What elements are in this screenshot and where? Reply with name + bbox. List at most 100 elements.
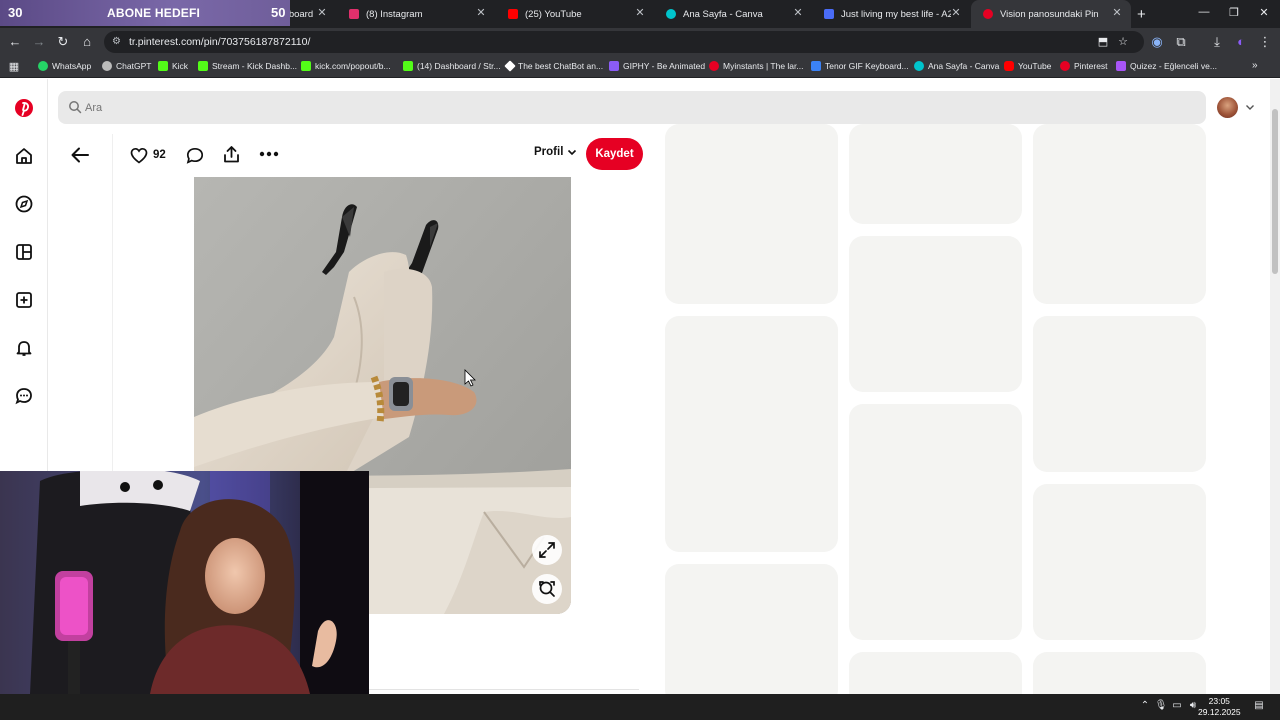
like-button[interactable]: 92 [130,145,166,165]
bookmark-whatsapp[interactable]: WhatsApp [38,61,91,71]
maximize-icon[interactable]: ❐ [1224,6,1244,22]
close-icon[interactable]: ✕ [316,7,328,19]
expand-button[interactable] [532,535,562,565]
close-icon[interactable]: ✕ [1111,7,1123,19]
bookmark-tenor[interactable]: Tenor GIF Keyboard... [811,61,909,71]
tab-best-life[interactable]: Just living my best life - A2 (Va ✕ [812,0,970,28]
reload-icon[interactable]: ↻ [54,33,72,51]
bookmark-giphy[interactable]: GIPHY - Be Animated [609,61,705,71]
create-plus-icon[interactable] [14,290,34,310]
menu-dots-icon[interactable]: ⋮ [1256,33,1274,51]
pinterest-logo-icon[interactable] [14,98,34,118]
board-profile-select[interactable]: Profil [534,146,578,158]
tab-canva[interactable]: Ana Sayfa - Canva ✕ [654,0,812,28]
system-clock[interactable]: 23:05 29.12.2025 [1198,696,1241,718]
pinterest-favicon-icon [983,9,993,19]
notifications-bell-icon[interactable] [14,338,34,358]
loading-pin-tile [665,564,838,694]
url-text[interactable]: tr.pinterest.com/pin/703756187872110/ [129,36,310,48]
bookmark-dashboard[interactable]: (14) Dashboard / Str... [403,61,501,71]
tab-pinterest-active[interactable]: Vision panosundaki Pin ✕ [971,0,1131,28]
profile-icon[interactable]: ◐ [1232,33,1250,51]
address-bar[interactable]: ⚙ tr.pinterest.com/pin/703756187872110/ … [104,31,1144,53]
home-icon[interactable] [14,146,34,166]
tab-label: Vision panosundaki Pin [1000,8,1099,20]
share-icon[interactable] [222,145,241,164]
more-options-icon[interactable] [259,151,279,157]
clock-time: 23:05 [1208,696,1230,706]
site-info-icon[interactable]: ⚙ [112,36,124,48]
loading-pin-tile [665,124,838,304]
page-favicon-icon [824,9,834,19]
scrollbar-thumb[interactable] [1272,109,1278,274]
goal-target: 50 [271,5,286,20]
kick-icon [198,61,208,71]
youtube-favicon-icon [508,9,518,19]
notifications-icon[interactable]: ▤ [1252,700,1266,714]
extensions-puzzle-icon[interactable]: ⧉ [1172,33,1190,51]
browser-tab-bar: Stream - Kick Dashboard ✕ (8) Instagram … [0,0,1280,28]
chevron-down-icon[interactable] [1244,101,1256,113]
bookmark-kick[interactable]: Kick [158,61,188,71]
giphy-icon [609,61,619,71]
close-icon[interactable]: ✕ [950,7,962,19]
bookmark-chatbot[interactable]: The best ChatBot an... [504,60,603,72]
download-icon[interactable]: ⤓ [1208,33,1226,51]
boards-icon[interactable] [14,242,34,262]
messages-icon[interactable] [14,386,34,406]
more-bookmarks-icon[interactable]: » [1252,60,1258,71]
pinterest-icon [1060,61,1070,71]
save-button[interactable]: Kaydet [586,138,643,170]
tab-label: (8) Instagram [366,8,423,20]
avatar[interactable] [1217,97,1238,118]
new-tab-button[interactable]: + [1132,0,1156,28]
tenor-icon [811,61,821,71]
minimize-icon[interactable]: — [1194,6,1214,22]
explore-compass-icon[interactable] [14,194,34,214]
window-close-icon[interactable]: ✕ [1254,6,1274,22]
tab-youtube[interactable]: (25) YouTube ✕ [496,0,654,28]
search-input[interactable] [85,99,485,116]
bookmark-kick-dashboard[interactable]: Stream - Kick Dashb... [198,61,297,71]
visual-search-button[interactable] [532,574,562,604]
close-icon[interactable]: ✕ [475,7,487,19]
heart-icon [130,147,148,164]
loading-pin-tile [665,316,838,552]
canva-icon [914,61,924,71]
bookmark-pinterest[interactable]: Pinterest [1060,61,1108,71]
bookmark-chatgpt[interactable]: ChatGPT [102,61,151,71]
clock-date: 29.12.2025 [1198,707,1241,717]
search-icon [69,101,82,114]
goal-current: 30 [8,5,23,20]
browser-toolbar: ← → ↻ ⌂ ⚙ tr.pinterest.com/pin/703756187… [0,28,1280,56]
goal-title: ABONE HEDEFI [107,6,201,20]
network-icon[interactable]: ▭ [1170,700,1184,714]
bookmark-quizez[interactable]: Quizez - Eğlenceli ve... [1116,61,1217,71]
canva-favicon-icon [666,9,676,19]
chevron-up-icon[interactable]: ⌃ [1138,700,1152,714]
bookmark-kick-popout[interactable]: kick.com/popout/b... [301,61,391,71]
install-app-icon[interactable]: ⬒ [1096,35,1110,49]
home-icon[interactable]: ⌂ [78,33,96,51]
back-arrow-icon[interactable] [70,146,90,164]
microphone-icon[interactable]: 🎙︎ [1154,700,1168,714]
bookmark-star-icon[interactable]: ☆ [1116,35,1130,49]
forward-icon[interactable]: → [30,33,48,51]
webcam-overlay [0,471,369,694]
page-scrollbar[interactable] [1270,79,1280,694]
extension-icon[interactable]: ◉ [1148,33,1166,51]
bookmark-myinstants[interactable]: Myinstants | The lar... [709,61,803,71]
close-icon[interactable]: ✕ [634,7,646,19]
apps-grid-icon[interactable]: ▦ [5,58,23,76]
dashboard-icon [403,61,413,71]
whatsapp-icon [38,61,48,71]
bookmark-canva[interactable]: Ana Sayfa - Canva [914,61,999,71]
close-icon[interactable]: ✕ [792,7,804,19]
chatbot-icon [504,60,516,72]
bookmark-youtube[interactable]: YouTube [1004,61,1051,71]
tab-instagram[interactable]: (8) Instagram ✕ [337,0,495,28]
visual-search-icon [539,581,555,597]
search-bar[interactable] [58,91,1206,124]
back-icon[interactable]: ← [6,33,24,51]
comment-icon[interactable] [186,147,204,164]
